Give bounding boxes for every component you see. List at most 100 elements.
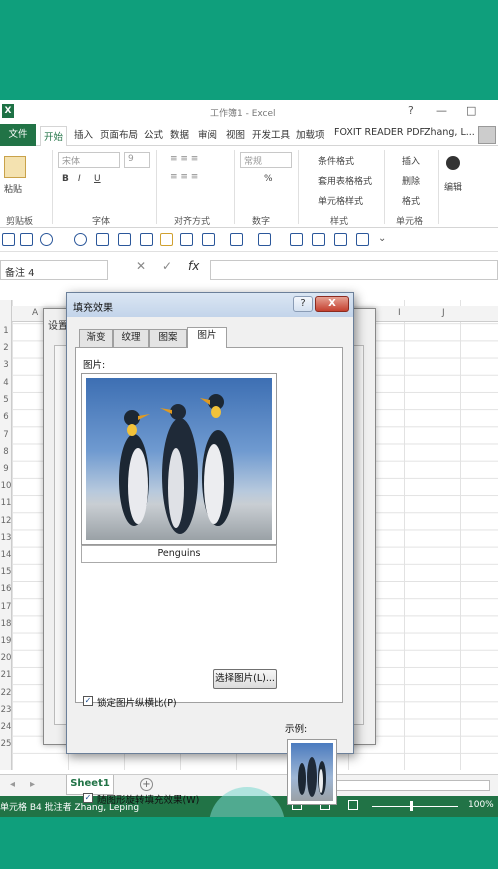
conditional-format-button[interactable]: 条件格式 [318,154,354,167]
select-picture-button[interactable]: 选择图片(L)... [213,669,277,689]
horizontal-scrollbar[interactable] [316,780,490,791]
delete-button[interactable]: 删除 [402,174,420,187]
column-header-a[interactable]: A [32,308,38,318]
format-button[interactable]: 格式 [402,194,420,207]
column-header-j[interactable]: J [442,308,445,318]
row-header[interactable]: 25 [0,739,12,749]
row-header[interactable]: 9 [0,464,12,474]
row-header[interactable]: 3 [0,360,12,370]
row-header[interactable]: 11 [0,498,12,508]
row-header[interactable]: 5 [0,395,12,405]
tab-formulas[interactable]: 公式 [144,127,163,141]
tab-review[interactable]: 审阅 [198,127,217,141]
tab-insert[interactable]: 插入 [74,127,93,141]
border-icon[interactable] [202,233,215,246]
row-header[interactable]: 14 [0,550,12,560]
tab-developer[interactable]: 开发工具 [252,127,290,141]
tab-picture[interactable]: 图片 [187,327,227,348]
cancel-icon[interactable]: ✕ [136,259,146,273]
row-header[interactable]: 15 [0,567,12,577]
window-icon[interactable] [334,233,347,246]
row-header[interactable]: 18 [0,619,12,629]
zoom-level[interactable]: 100% [468,800,494,810]
percent-button[interactable]: % [264,174,273,184]
tab-file[interactable]: 文件 [0,124,36,146]
row-header[interactable]: 10 [0,481,12,491]
italic-button[interactable]: I [78,174,81,184]
page-break-icon[interactable] [348,800,358,810]
help-icon[interactable]: ? [408,104,414,117]
row-header[interactable]: 8 [0,447,12,457]
insert-button[interactable]: 插入 [402,154,420,167]
close-button[interactable]: X [315,296,349,312]
print-icon[interactable] [96,233,109,246]
touch-icon[interactable] [140,233,153,246]
tab-page-layout[interactable]: 页面布局 [100,127,138,141]
align-center-icon[interactable]: ≡ ≡ ≡ [170,172,198,182]
row-header[interactable]: 13 [0,533,12,543]
add-sheet-icon[interactable]: + [140,778,153,791]
undo-icon[interactable] [40,233,53,246]
tab-pattern[interactable]: 图案 [149,329,187,347]
preview-icon[interactable] [118,233,131,246]
help-button[interactable]: ? [293,296,313,312]
formula-input[interactable] [210,260,498,280]
table-icon[interactable] [312,233,325,246]
row-header[interactable]: 23 [0,705,12,715]
row-header[interactable]: 4 [0,378,12,388]
binoculars-icon[interactable] [446,156,460,170]
save-icon[interactable] [2,233,15,246]
font-name-select[interactable]: 宋体 [58,152,120,168]
tab-texture[interactable]: 纹理 [113,329,149,347]
scroll-right-icon[interactable]: ▸ [30,779,35,790]
underline-button[interactable]: U [94,174,101,184]
tab-foxit[interactable]: FOXIT READER PDF [334,127,425,138]
row-header[interactable]: 16 [0,584,12,594]
bold-button[interactable]: B [62,174,69,184]
tab-home[interactable]: 开始 [40,126,68,147]
align-icon[interactable]: ≡ ≡ ≡ [170,154,198,164]
name-box[interactable]: 备注 4 [0,260,108,280]
row-header[interactable]: 24 [0,722,12,732]
paste-icon[interactable] [4,156,26,178]
tab-view[interactable]: 视图 [226,127,245,141]
row-header[interactable]: 21 [0,670,12,680]
redo-icon[interactable] [74,233,87,246]
save-as-icon[interactable] [20,233,33,246]
rotate-fill-checkbox[interactable]: ✓ [83,793,93,803]
maximize-icon[interactable]: □ [466,104,476,117]
zoom-slider-thumb[interactable] [410,801,413,811]
row-header[interactable]: 17 [0,602,12,612]
row-header[interactable]: 20 [0,653,12,663]
enter-icon[interactable]: ✓ [162,259,172,273]
minimize-icon[interactable]: — [436,104,447,117]
scroll-left-icon[interactable]: ◂ [10,779,15,790]
row-header[interactable]: 19 [0,636,12,646]
customize-icon[interactable]: ⌄ [378,233,391,246]
fx-icon[interactable]: fx [188,259,199,273]
edit-button[interactable]: 编辑 [444,180,462,193]
tab-gradient[interactable]: 渐变 [79,329,113,347]
open-icon[interactable] [160,233,173,246]
image-icon[interactable] [180,233,193,246]
row-header[interactable]: 22 [0,688,12,698]
cell-style-button[interactable]: 单元格样式 [318,194,363,207]
zoom-slider[interactable] [372,806,458,807]
column-header-i[interactable]: I [398,308,401,318]
user-name[interactable]: Zhang, L... [424,127,475,138]
table-format-button[interactable]: 套用表格格式 [318,174,372,187]
grid-icon[interactable] [290,233,303,246]
row-header[interactable]: 2 [0,343,12,353]
tab-data[interactable]: 数据 [170,127,189,141]
avatar[interactable] [478,126,496,144]
filter-icon[interactable] [258,233,271,246]
number-format-select[interactable]: 常规 [240,152,292,168]
paste-button[interactable]: 粘贴 [4,182,22,195]
sort-icon[interactable] [230,233,243,246]
list-icon[interactable] [356,233,369,246]
row-header[interactable]: 7 [0,430,12,440]
row-header[interactable]: 6 [0,412,12,422]
tab-addins[interactable]: 加载项 [296,127,325,141]
font-size-select[interactable]: 9 [124,152,150,168]
row-header[interactable]: 1 [0,326,12,336]
